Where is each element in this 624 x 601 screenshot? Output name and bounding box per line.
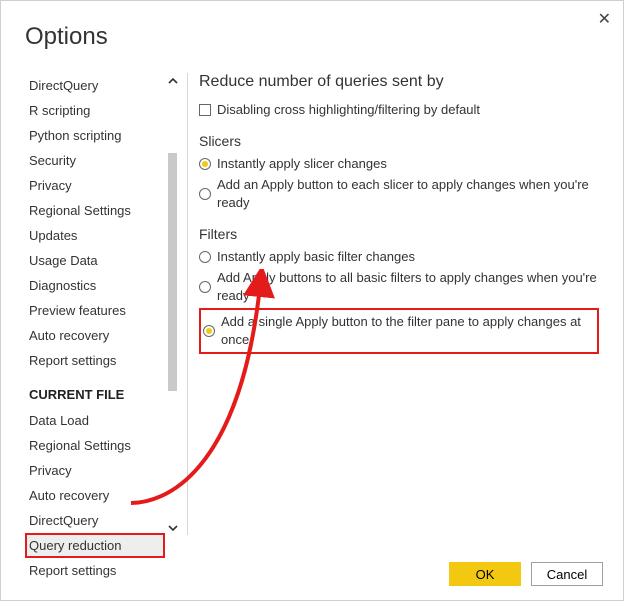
radio-label: Instantly apply slicer changes [217,155,387,173]
heading-slicers: Slicers [199,133,599,149]
heading-filters: Filters [199,226,599,242]
radio-slicer-instant[interactable]: Instantly apply slicer changes [199,155,599,173]
sidebar-item-privacy-file[interactable]: Privacy [25,458,165,483]
radio-label: Instantly apply basic filter changes [217,248,415,266]
radio-label: Add an Apply button to each slicer to ap… [217,176,599,212]
sidebar-item-report-settings-file[interactable]: Report settings [25,558,165,583]
sidebar-item-r-scripting[interactable]: R scripting [25,98,165,123]
sidebar-item-directquery[interactable]: DirectQuery [25,73,165,98]
sidebar-item-directquery-file[interactable]: DirectQuery [25,508,165,533]
scroll-up-icon[interactable] [165,73,180,88]
sidebar-item-data-load[interactable]: Data Load [25,408,165,433]
radio-icon [203,325,215,337]
sidebar: DirectQuery R scripting Python scripting… [25,73,165,583]
radio-filter-instant[interactable]: Instantly apply basic filter changes [199,248,599,266]
heading-reduce-queries: Reduce number of queries sent by [199,73,599,91]
sidebar-item-auto-recovery[interactable]: Auto recovery [25,323,165,348]
sidebar-item-regional-settings[interactable]: Regional Settings [25,198,165,223]
sidebar-item-updates[interactable]: Updates [25,223,165,248]
scroll-thumb[interactable] [168,153,177,391]
checkbox-disable-cross-highlight[interactable]: Disabling cross highlighting/filtering b… [199,101,599,119]
radio-label: Add Apply buttons to all basic filters t… [217,269,599,305]
ok-button[interactable]: OK [449,562,521,586]
cancel-button[interactable]: Cancel [531,562,603,586]
sidebar-item-security[interactable]: Security [25,148,165,173]
sidebar-item-usage-data[interactable]: Usage Data [25,248,165,273]
radio-slicer-apply-button[interactable]: Add an Apply button to each slicer to ap… [199,176,599,212]
sidebar-item-auto-recovery-file[interactable]: Auto recovery [25,483,165,508]
radio-icon [199,188,211,200]
radio-icon [199,281,211,293]
sidebar-item-query-reduction[interactable]: Query reduction [25,533,165,558]
sidebar-item-regional-settings-file[interactable]: Regional Settings [25,433,165,458]
radio-icon [199,251,211,263]
checkbox-label: Disabling cross highlighting/filtering b… [217,101,480,119]
sidebar-item-privacy[interactable]: Privacy [25,173,165,198]
sidebar-scrollbar[interactable] [165,73,180,535]
dialog-footer: OK Cancel [449,562,603,586]
radio-icon [199,158,211,170]
sidebar-item-diagnostics[interactable]: Diagnostics [25,273,165,298]
content-panel: Reduce number of queries sent by Disabli… [199,73,599,354]
divider [187,73,188,535]
close-icon[interactable]: ✕ [598,9,611,29]
radio-filter-single-apply[interactable]: Add a single Apply button to the filter … [203,313,595,349]
radio-filter-apply-all[interactable]: Add Apply buttons to all basic filters t… [199,269,599,305]
checkbox-icon [199,104,211,116]
radio-label: Add a single Apply button to the filter … [221,313,595,349]
page-title: Options [25,23,108,51]
sidebar-item-report-settings[interactable]: Report settings [25,348,165,373]
sidebar-item-preview-features[interactable]: Preview features [25,298,165,323]
sidebar-section-current-file: CURRENT FILE [25,373,165,408]
scroll-down-icon[interactable] [165,520,180,535]
sidebar-item-python-scripting[interactable]: Python scripting [25,123,165,148]
